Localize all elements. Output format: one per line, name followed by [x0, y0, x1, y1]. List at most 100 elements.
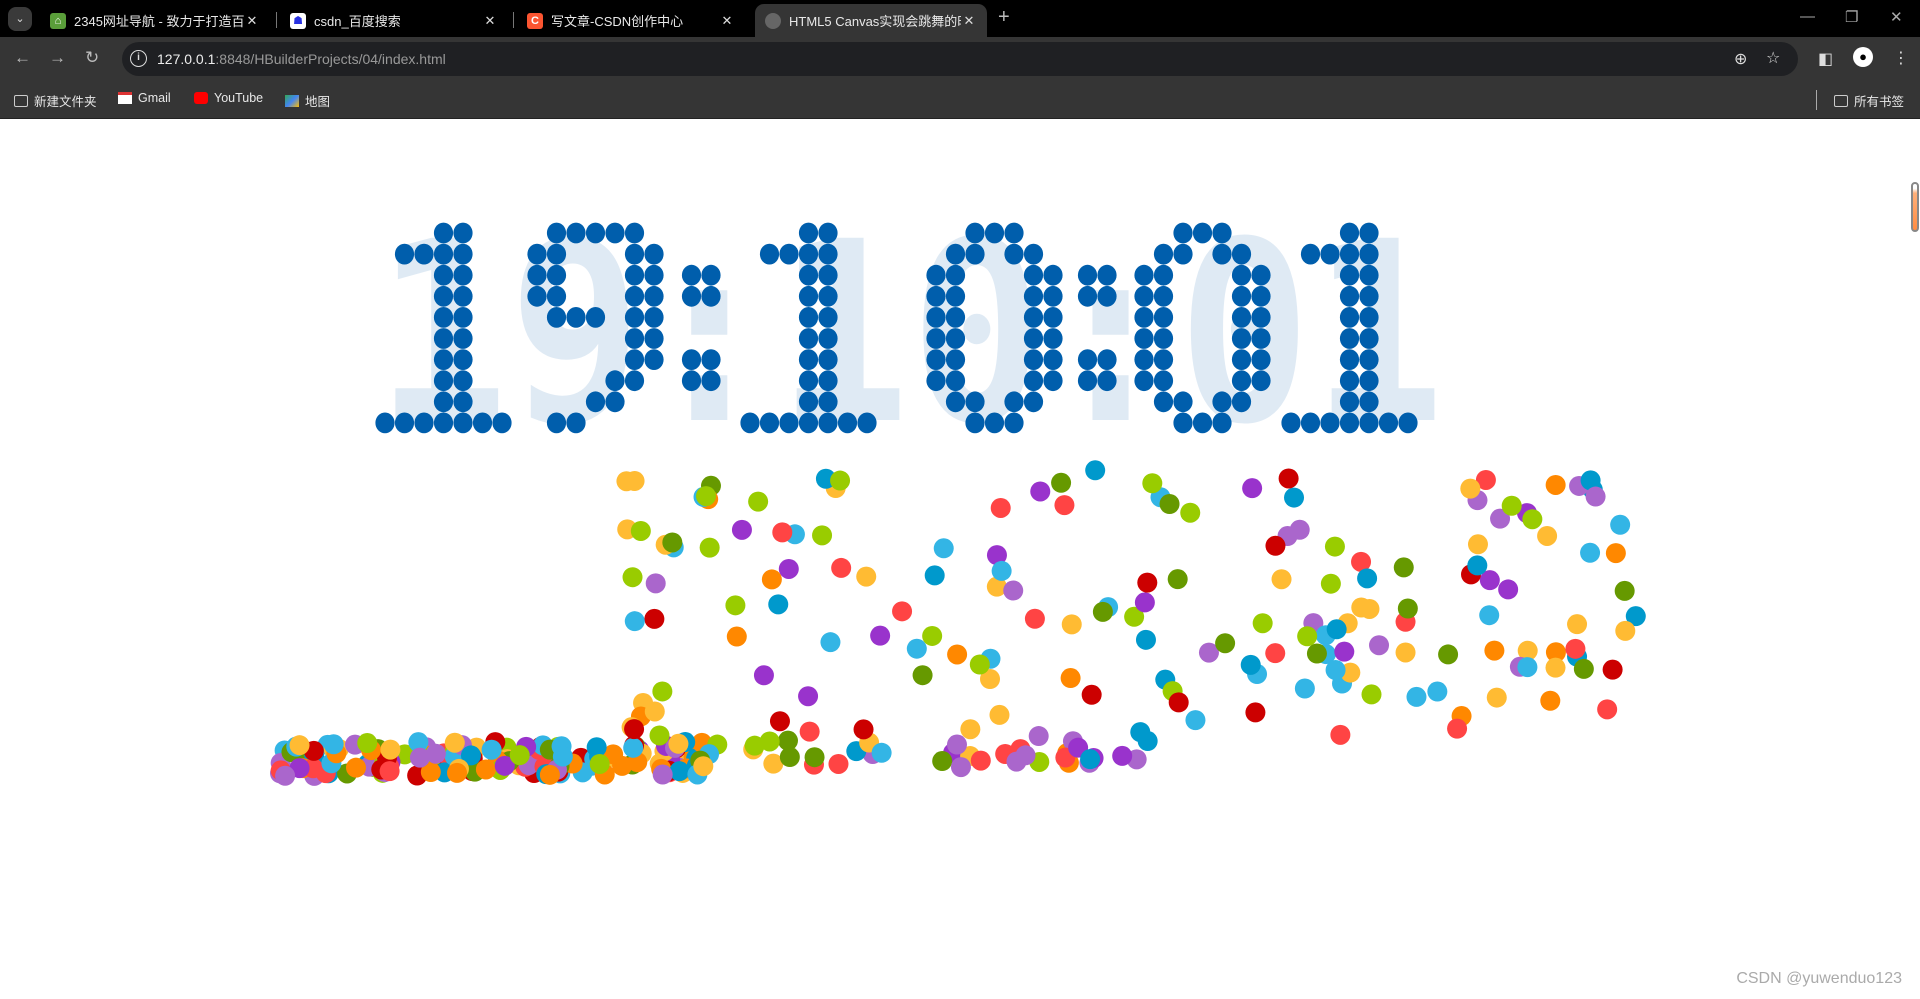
bouncing-ball	[969, 654, 990, 675]
bouncing-ball	[960, 719, 981, 740]
bouncing-ball	[1185, 710, 1206, 731]
bouncing-ball	[1585, 486, 1606, 507]
bouncing-ball	[798, 686, 819, 707]
bouncing-ball	[804, 747, 825, 768]
bouncing-ball	[772, 522, 793, 543]
bouncing-ball	[778, 558, 799, 579]
bouncing-ball	[1540, 690, 1561, 711]
bouncing-ball	[1614, 580, 1635, 601]
bouncing-ball	[769, 711, 790, 732]
bouncing-ball	[481, 739, 502, 760]
bouncing-ball	[1080, 749, 1101, 770]
bouncing-ball	[1167, 569, 1188, 590]
bouncing-ball	[1242, 478, 1263, 499]
bouncing-ball	[357, 733, 378, 754]
bouncing-ball	[970, 750, 991, 771]
bouncing-ball	[1245, 702, 1266, 723]
bouncing-ball	[1580, 542, 1601, 563]
bouncing-ball	[1003, 580, 1024, 601]
bouncing-ball	[1320, 573, 1341, 594]
bouncing-ball	[1159, 494, 1180, 515]
bouncing-ball	[1015, 745, 1036, 766]
bouncing-ball	[1054, 495, 1075, 516]
bouncing-ball	[1215, 633, 1236, 654]
bouncing-ball	[586, 737, 607, 758]
bouncing-ball	[1240, 654, 1261, 675]
bouncing-ball	[447, 762, 468, 783]
bouncing-ball	[725, 595, 746, 616]
bouncing-ball	[950, 757, 971, 778]
bouncing-ball	[1024, 608, 1045, 629]
bouncing-ball	[1135, 629, 1156, 650]
bouncing-ball	[539, 764, 560, 785]
bouncing-ball	[947, 644, 968, 665]
bouncing-ball	[1265, 535, 1286, 556]
bouncing-ball	[1134, 592, 1155, 613]
scrollbar-thumb[interactable]	[1911, 182, 1919, 232]
bouncing-ball	[1393, 557, 1414, 578]
bouncing-ball	[831, 557, 852, 578]
bouncing-ball	[289, 735, 310, 756]
bouncing-ball	[1284, 487, 1305, 508]
bouncing-ball	[1334, 641, 1355, 662]
bouncing-ball	[924, 565, 945, 586]
bouncing-ball	[552, 746, 573, 767]
bouncing-ball	[1467, 534, 1488, 555]
bouncing-ball	[696, 486, 717, 507]
bouncing-ball	[779, 747, 800, 768]
bouncing-ball	[828, 753, 849, 774]
bouncing-ball	[946, 734, 967, 755]
bouncing-ball	[1351, 597, 1372, 618]
bouncing-ball	[662, 532, 683, 553]
bouncing-ball	[1447, 718, 1468, 739]
bouncing-ball	[624, 611, 645, 632]
bouncing-ball	[748, 491, 769, 512]
bouncing-ball	[1265, 643, 1286, 664]
bouncing-ball	[644, 608, 665, 629]
bouncing-ball	[645, 573, 666, 594]
bouncing-ball	[1271, 569, 1292, 590]
bouncing-ball	[1357, 568, 1378, 589]
bouncing-ball	[1325, 660, 1346, 681]
bouncing-ball	[1324, 536, 1345, 557]
bouncing-ball	[622, 567, 643, 588]
bouncing-ball	[1137, 572, 1158, 593]
bouncing-ball	[912, 665, 933, 686]
bouncing-ball	[753, 665, 774, 686]
bouncing-ball	[856, 566, 877, 587]
bouncing-ball	[509, 745, 530, 766]
bouncing-ball	[612, 755, 633, 776]
bouncing-ball	[1484, 640, 1505, 661]
bouncing-ball	[871, 742, 892, 763]
watermark: CSDN @yuwenduo123	[1736, 970, 1902, 987]
bouncing-ball	[652, 681, 673, 702]
bouncing-ball	[1060, 668, 1081, 689]
bouncing-ball	[1605, 543, 1626, 564]
bouncing-ball	[932, 751, 953, 772]
bouncing-ball	[1610, 514, 1631, 535]
bouncing-ball	[630, 520, 651, 541]
bouncing-ball	[1092, 601, 1113, 622]
bouncing-ball	[820, 632, 841, 653]
bouncing-ball	[1028, 726, 1049, 747]
bouncing-ball	[1486, 687, 1507, 708]
bouncing-ball	[1294, 678, 1315, 699]
bouncing-ball	[323, 734, 344, 755]
bouncing-ball	[668, 733, 689, 754]
bouncing-ball	[409, 747, 430, 768]
bouncing-ball	[379, 761, 400, 782]
bouncing-ball	[744, 735, 765, 756]
bouncing-ball	[699, 537, 720, 558]
bouncing-ball	[1460, 478, 1481, 499]
bouncing-ball	[444, 732, 465, 753]
bouncing-ball	[1567, 614, 1588, 635]
bouncing-ball	[1438, 644, 1459, 665]
bouncing-ball	[991, 560, 1012, 581]
bouncing-ball	[669, 761, 690, 782]
bouncing-ball	[1061, 614, 1082, 635]
bouncing-ball	[644, 701, 665, 722]
bouncing-ball	[1030, 481, 1051, 502]
bouncing-ball	[1081, 684, 1102, 705]
bouncing-ball	[275, 765, 296, 786]
bouncing-ball	[1395, 642, 1416, 663]
